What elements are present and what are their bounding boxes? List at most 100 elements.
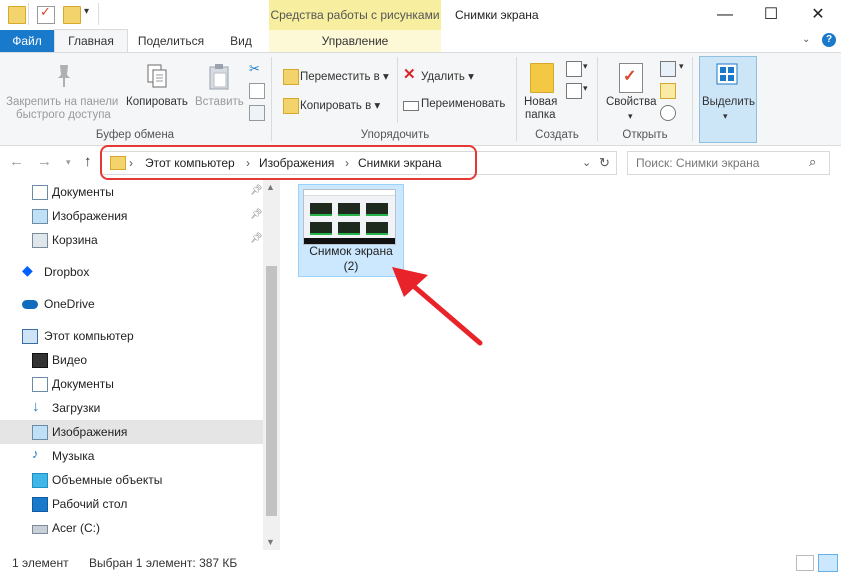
nav-item-label: Изображения <box>52 425 128 439</box>
edit-icon[interactable] <box>660 83 676 99</box>
title-bar: ✓ ▾ Средства работы с рисунками Снимки э… <box>0 0 841 30</box>
thumbnail-taskbar <box>304 238 395 244</box>
search-input[interactable]: Поиск: Снимки экрана <box>636 152 759 174</box>
chevron-down-icon[interactable]: ▾ <box>583 83 588 94</box>
pin-to-quick-access-label-1[interactable]: Закрепить на панели <box>6 96 118 108</box>
open-icon[interactable] <box>660 61 676 77</box>
paste-button[interactable]: Вставить <box>195 96 244 108</box>
nav-item-label: Документы <box>52 377 114 391</box>
desktop-icon <box>32 497 48 512</box>
music-icon: ♪ <box>32 446 39 461</box>
nav-item-pictures[interactable]: Изображения <box>0 420 263 444</box>
status-bar: 1 элемент Выбран 1 элемент: 387 КБ <box>0 550 841 575</box>
item-count: 1 элемент <box>12 556 69 570</box>
selection-info: Выбран 1 элемент: 387 КБ <box>89 556 238 570</box>
group-separator <box>597 57 598 141</box>
pin-to-quick-access-label-2[interactable]: быстрого доступа <box>16 109 111 121</box>
chevron-down-icon[interactable]: ▾ <box>679 61 684 72</box>
documents-icon <box>32 185 48 200</box>
recent-locations-icon[interactable]: ▾ <box>66 157 71 168</box>
nav-item-drive-c[interactable]: Acer (C:) <box>0 516 263 540</box>
nav-item-3d-objects[interactable]: Объемные объекты <box>0 468 263 492</box>
ribbon: Закрепить на панели быстрого доступа Коп… <box>0 52 841 146</box>
maximize-button[interactable]: ☐ <box>748 0 794 30</box>
nav-item-onedrive[interactable]: OneDrive <box>0 292 263 316</box>
new-folder-button-line2[interactable]: папка <box>525 109 556 121</box>
nav-item-documents-quick[interactable]: Документы 📌︎ <box>0 180 263 204</box>
large-icons-view-icon[interactable] <box>818 554 838 572</box>
nav-item-videos[interactable]: Видео <box>0 348 263 372</box>
scrollbar-thumb[interactable] <box>266 266 277 516</box>
search-icon[interactable]: ⌕ <box>809 154 816 170</box>
back-icon[interactable]: ← <box>9 153 24 170</box>
chevron-down-icon[interactable]: ▾ <box>583 61 588 72</box>
select-label: Выделить <box>702 96 756 108</box>
nav-item-recycle-bin[interactable]: Корзина 📌︎ <box>0 228 263 252</box>
forward-icon[interactable]: → <box>37 153 52 170</box>
nav-scrollbar[interactable]: ▲ ▼ <box>263 180 280 550</box>
customize-quick-access-icon[interactable]: ▾ <box>84 6 89 17</box>
delete-label: Удалить <box>421 71 465 83</box>
nav-item-label: Рабочий стол <box>52 497 128 511</box>
copy-path-icon[interactable] <box>249 83 265 99</box>
nav-item-music[interactable]: ♪ Музыка <box>0 444 263 468</box>
folder-icon <box>8 6 26 24</box>
nav-item-this-pc[interactable]: Этот компьютер <box>0 324 263 348</box>
divider <box>98 3 99 25</box>
drive-icon <box>32 525 48 534</box>
move-to-button[interactable]: Переместить в ▾ <box>300 69 389 83</box>
tab-file[interactable]: Файл <box>0 30 54 52</box>
nav-item-label: Документы <box>52 185 114 199</box>
copy-to-button[interactable]: Копировать в ▾ <box>300 98 380 112</box>
search-box[interactable]: Поиск: Снимки экрана ⌕ <box>627 151 830 175</box>
new-folder-icon[interactable] <box>63 6 81 24</box>
new-item-icon[interactable] <box>566 61 582 77</box>
collapse-ribbon-icon[interactable]: ⌄ <box>802 34 810 45</box>
scroll-up-icon[interactable]: ▲ <box>266 182 275 192</box>
help-icon[interactable]: ? <box>822 33 836 47</box>
group-separator <box>692 57 693 141</box>
properties-button[interactable]: Свойства <box>606 96 657 108</box>
nav-item-downloads[interactable]: ↓ Загрузки <box>0 396 263 420</box>
history-icon[interactable] <box>660 105 676 121</box>
3d-objects-icon <box>32 473 48 488</box>
refresh-icon[interactable]: ↻ <box>599 152 610 174</box>
nav-item-desktop[interactable]: Рабочий стол <box>0 492 263 516</box>
dropbox-icon: ◆ <box>22 262 33 278</box>
ribbon-tabs: Файл Главная Поделиться Вид Управление ⌄… <box>0 29 841 52</box>
thumbnail-cell <box>366 203 388 216</box>
delete-button[interactable]: Удалить ▾ <box>421 69 474 83</box>
nav-item-label: Dropbox <box>44 265 90 279</box>
properties-icon[interactable]: ✓ <box>37 4 55 24</box>
minimize-button[interactable]: — <box>702 0 748 30</box>
tab-view[interactable]: Вид <box>218 30 264 52</box>
nav-item-documents[interactable]: Документы <box>0 372 263 396</box>
rename-button[interactable]: Переименовать <box>421 98 505 110</box>
scroll-down-icon[interactable]: ▼ <box>266 537 275 547</box>
cut-icon[interactable]: ✂ <box>249 61 263 76</box>
details-view-icon[interactable] <box>796 555 814 571</box>
close-button[interactable]: ✕ <box>795 0 841 30</box>
address-history-icon[interactable]: ⌄ <box>582 152 591 174</box>
file-thumbnail <box>303 189 396 245</box>
paste-shortcut-icon[interactable] <box>249 105 265 121</box>
context-tab-group-label: Средства работы с рисунками <box>269 0 441 30</box>
pin-icon: 📌︎ <box>250 209 263 220</box>
nav-item-dropbox[interactable]: ◆ Dropbox <box>0 260 263 284</box>
tab-manage[interactable]: Управление <box>269 30 441 52</box>
tab-home[interactable]: Главная <box>54 29 128 52</box>
nav-item-pictures-quick[interactable]: Изображения 📌︎ <box>0 204 263 228</box>
up-icon[interactable]: ↑ <box>84 153 92 170</box>
tab-share[interactable]: Поделиться <box>132 30 210 52</box>
thumbnail-cell <box>338 222 360 235</box>
easy-access-icon[interactable] <box>566 83 582 99</box>
copy-button[interactable]: Копировать <box>126 96 188 108</box>
copy-to-icon <box>283 98 299 114</box>
recycle-bin-icon <box>32 233 48 248</box>
thumbnail-cell <box>310 222 332 235</box>
window-title: Снимки экрана <box>455 8 539 22</box>
move-to-icon <box>283 69 299 85</box>
chevron-down-icon[interactable]: ▾ <box>628 111 633 122</box>
nav-item-label: Видео <box>52 353 88 367</box>
new-folder-button-line1[interactable]: Новая <box>524 96 557 108</box>
